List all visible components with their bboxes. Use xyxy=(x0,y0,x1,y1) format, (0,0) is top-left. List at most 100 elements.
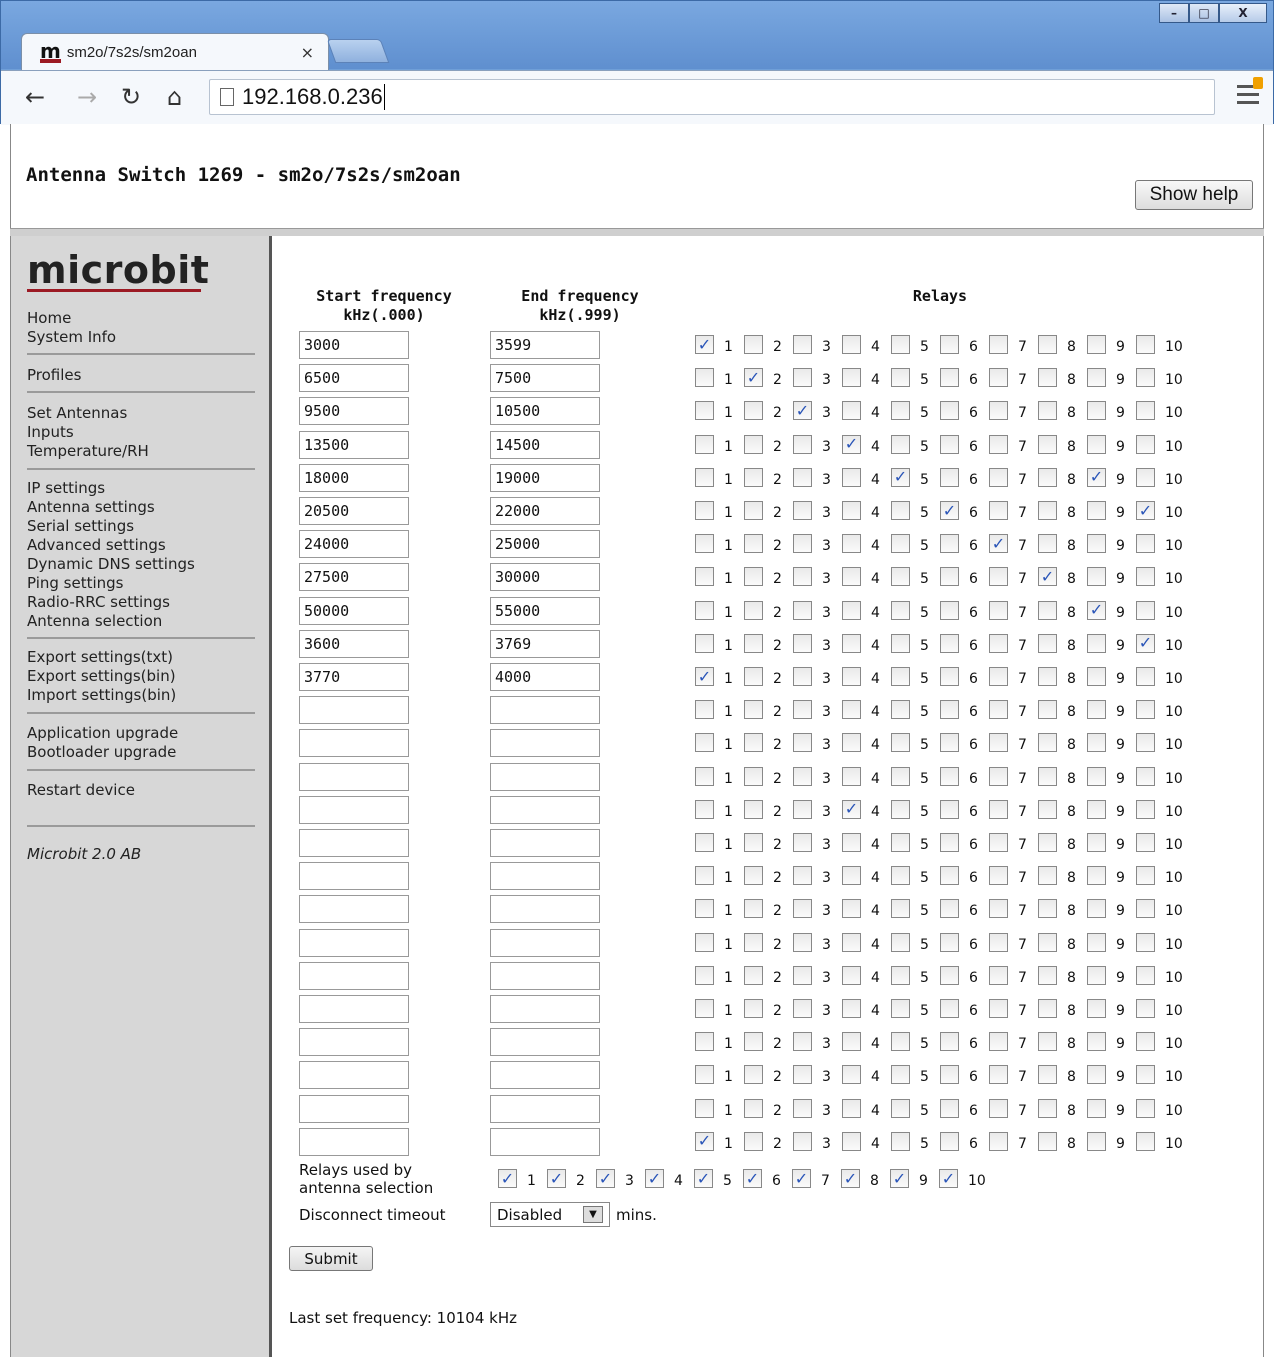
start-frequency-input[interactable] xyxy=(299,397,409,426)
relay-checkbox[interactable] xyxy=(940,401,959,421)
end-frequency-input[interactable] xyxy=(490,629,600,658)
start-frequency-input[interactable] xyxy=(299,1127,409,1156)
relay-checkbox[interactable] xyxy=(842,932,861,952)
relay-checkbox[interactable] xyxy=(744,534,763,554)
sidebar-item-ping-settings[interactable]: Ping settings xyxy=(27,574,255,593)
new-tab-button[interactable] xyxy=(326,39,390,63)
relay-checkbox[interactable] xyxy=(891,567,910,587)
relay-checkbox[interactable] xyxy=(940,965,959,985)
sidebar-item-advanced-settings[interactable]: Advanced settings xyxy=(27,536,255,555)
relay-checkbox[interactable] xyxy=(1136,401,1155,421)
relay-checkbox[interactable] xyxy=(1038,866,1057,886)
relay-checkbox[interactable]: ✓ xyxy=(645,1169,664,1188)
start-frequency-input[interactable] xyxy=(299,762,409,791)
relay-checkbox[interactable] xyxy=(744,833,763,852)
relay-checkbox[interactable] xyxy=(1087,932,1106,952)
relay-checkbox[interactable] xyxy=(695,368,714,388)
relay-checkbox[interactable]: ✓ xyxy=(1136,501,1155,520)
relay-checkbox[interactable] xyxy=(1087,633,1106,653)
relay-checkbox[interactable]: ✓ xyxy=(842,434,861,454)
relay-checkbox[interactable] xyxy=(891,1032,910,1052)
relay-checkbox[interactable] xyxy=(842,1098,861,1118)
start-frequency-input[interactable] xyxy=(299,995,409,1023)
relay-checkbox[interactable] xyxy=(744,965,763,985)
relay-checkbox[interactable] xyxy=(1087,368,1106,388)
relay-checkbox[interactable] xyxy=(793,733,812,753)
relay-checkbox[interactable] xyxy=(940,899,959,919)
relay-checkbox[interactable] xyxy=(793,434,812,454)
relay-checkbox[interactable] xyxy=(744,999,763,1018)
relay-checkbox[interactable]: ✓ xyxy=(989,534,1008,554)
relay-checkbox[interactable] xyxy=(695,467,714,487)
relay-checkbox[interactable] xyxy=(842,368,861,388)
relay-checkbox[interactable] xyxy=(1087,899,1106,919)
start-frequency-input[interactable] xyxy=(299,928,409,957)
relay-checkbox[interactable] xyxy=(793,999,812,1018)
start-frequency-input[interactable] xyxy=(299,430,409,459)
relay-checkbox[interactable] xyxy=(1136,667,1155,686)
relay-checkbox[interactable] xyxy=(1136,600,1155,620)
relay-checkbox[interactable] xyxy=(940,1032,959,1052)
end-frequency-input[interactable] xyxy=(490,497,600,525)
relay-checkbox[interactable] xyxy=(1087,534,1106,554)
end-frequency-input[interactable] xyxy=(490,795,600,824)
relay-checkbox[interactable] xyxy=(940,534,959,554)
relay-checkbox[interactable] xyxy=(940,932,959,952)
relay-checkbox[interactable] xyxy=(744,434,763,454)
relay-checkbox[interactable] xyxy=(793,335,812,354)
sidebar-item-bootloader-upgrade[interactable]: Bootloader upgrade xyxy=(27,743,255,762)
relay-checkbox[interactable] xyxy=(1038,700,1057,720)
sidebar-item-restart-device[interactable]: Restart device xyxy=(27,781,255,800)
relay-checkbox[interactable] xyxy=(891,501,910,520)
end-frequency-input[interactable] xyxy=(490,696,600,725)
relay-checkbox[interactable] xyxy=(891,999,910,1018)
relay-checkbox[interactable] xyxy=(695,1032,714,1052)
sidebar-item-antenna-settings[interactable]: Antenna settings xyxy=(27,498,255,517)
relay-checkbox[interactable] xyxy=(891,534,910,554)
forward-icon[interactable]: → xyxy=(77,83,97,111)
sidebar-item-radio-rrc-settings[interactable]: Radio-RRC settings xyxy=(27,593,255,612)
relay-checkbox[interactable] xyxy=(1087,401,1106,421)
start-frequency-input[interactable] xyxy=(299,663,409,691)
relay-checkbox[interactable] xyxy=(793,600,812,620)
relay-checkbox[interactable] xyxy=(695,799,714,819)
relay-checkbox[interactable] xyxy=(1038,733,1057,753)
relay-checkbox[interactable] xyxy=(695,633,714,653)
relay-checkbox[interactable] xyxy=(891,866,910,886)
relay-checkbox[interactable] xyxy=(1038,501,1057,520)
relay-checkbox[interactable]: ✓ xyxy=(891,467,910,487)
relay-checkbox[interactable] xyxy=(744,600,763,620)
maximize-icon[interactable]: □ xyxy=(1189,3,1219,23)
relay-checkbox[interactable] xyxy=(1136,1131,1155,1151)
relay-checkbox[interactable] xyxy=(842,501,861,520)
end-frequency-input[interactable] xyxy=(490,862,600,891)
relay-checkbox[interactable] xyxy=(891,335,910,354)
relay-checkbox[interactable]: ✓ xyxy=(841,1169,860,1188)
relay-checkbox[interactable] xyxy=(793,633,812,653)
relay-checkbox[interactable] xyxy=(891,1098,910,1118)
relay-checkbox[interactable] xyxy=(842,667,861,686)
relay-checkbox[interactable] xyxy=(891,766,910,786)
relay-checkbox[interactable] xyxy=(842,899,861,919)
relay-checkbox[interactable] xyxy=(989,733,1008,753)
relay-checkbox[interactable] xyxy=(940,667,959,686)
end-frequency-input[interactable] xyxy=(490,829,600,857)
end-frequency-input[interactable] xyxy=(490,762,600,791)
relay-checkbox[interactable] xyxy=(891,1131,910,1151)
close-icon[interactable]: X xyxy=(1219,3,1267,23)
start-frequency-input[interactable] xyxy=(299,331,409,359)
relay-checkbox[interactable] xyxy=(1087,1098,1106,1118)
relay-checkbox[interactable] xyxy=(1136,833,1155,852)
end-frequency-input[interactable] xyxy=(490,397,600,426)
relay-checkbox[interactable] xyxy=(1038,1098,1057,1118)
relay-checkbox[interactable] xyxy=(1136,1065,1155,1085)
relay-checkbox[interactable] xyxy=(989,766,1008,786)
start-frequency-input[interactable] xyxy=(299,795,409,824)
relay-checkbox[interactable] xyxy=(744,1131,763,1151)
relay-checkbox[interactable] xyxy=(1087,700,1106,720)
relay-checkbox[interactable] xyxy=(842,1032,861,1052)
relay-checkbox[interactable]: ✓ xyxy=(940,501,959,520)
relay-checkbox[interactable] xyxy=(1087,766,1106,786)
relay-checkbox[interactable] xyxy=(695,866,714,886)
relay-checkbox[interactable] xyxy=(793,1131,812,1151)
